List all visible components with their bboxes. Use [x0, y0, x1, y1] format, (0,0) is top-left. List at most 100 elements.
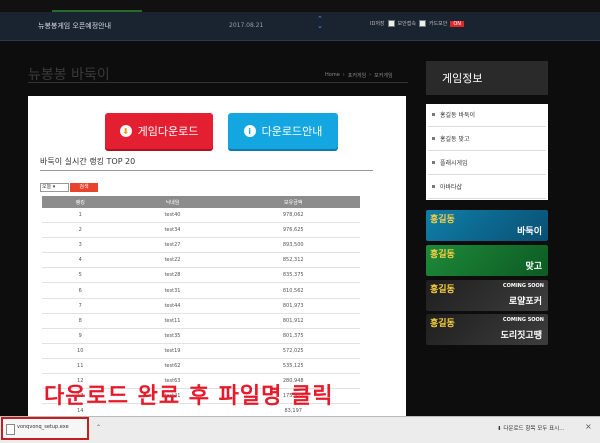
amount-cell: 572,025	[226, 344, 360, 359]
breadcrumb-home[interactable]: Home	[325, 72, 340, 79]
breadcrumb-category[interactable]: 포커게임	[348, 72, 366, 79]
table-row: 3 test27 893,500	[42, 238, 360, 254]
table-row: 9 test35 801,375	[42, 329, 360, 344]
rank-cell: 5	[42, 268, 119, 284]
card-secure-label: 카드보안	[428, 21, 448, 27]
breadcrumb-current: 포커게임	[374, 73, 393, 79]
rank-cell: 9	[42, 329, 119, 344]
coming-soon-badge: COMING SOON	[502, 317, 544, 323]
nickname-cell: test22	[118, 253, 227, 269]
nickname-cell: test31	[118, 283, 227, 299]
col-nickname-header: 닉네임	[118, 196, 227, 208]
banner-label: 도리짓고땡	[500, 331, 542, 341]
nickname-cell: test34	[118, 223, 227, 239]
id-save-checkbox[interactable]	[387, 20, 395, 27]
download-options-icon[interactable]: ⌃	[96, 424, 101, 431]
ranking-title: 바둑이 실시간 랭킹 TOP 20	[40, 157, 136, 166]
login-options: ID저장 보안접속 카드보안 ON	[370, 20, 465, 27]
rank-cell: 6	[42, 283, 119, 299]
id-save-label: ID저장	[370, 21, 385, 27]
download-guide-button[interactable]: i 다운로드안내	[228, 113, 338, 149]
show-all-downloads-link[interactable]: ⬇ 다운로드 항목 모두 표시...	[497, 424, 564, 432]
banner-logo: 홍길동	[430, 319, 455, 329]
nickname-cell: test44	[118, 299, 227, 314]
banner-baduki[interactable]: 홍길동 바둑이	[426, 210, 548, 241]
sidebar-item-matgo[interactable]: 홍길동 맞고	[428, 128, 546, 151]
banner-art	[52, 0, 142, 12]
table-row: 8 test11 801,912	[42, 314, 360, 329]
banner-logo: 홍길동	[430, 285, 455, 295]
notice-date: 2017.08.21	[229, 22, 264, 29]
download-icon: ⬇	[119, 125, 132, 137]
game-download-button[interactable]: ⬇ 게임다운로드	[105, 113, 213, 149]
on-toggle[interactable]: ON	[450, 20, 465, 27]
breadcrumb: Home › 포커게임 › 포커게임	[325, 72, 393, 79]
amount-cell: 852,312	[226, 253, 360, 269]
nickname-cell: test62	[118, 359, 227, 375]
banner-royal-poker[interactable]: COMING SOON 홍길동 로얄포커	[426, 280, 548, 311]
amount-cell: 801,375	[226, 329, 360, 344]
period-select[interactable]: 오늘 ▾	[40, 183, 69, 192]
table-row: 7 test44 801,973	[42, 299, 360, 314]
amount-cell: 835,375	[226, 268, 360, 284]
download-guide-label: 다운로드안내	[261, 125, 323, 138]
notice-scroll-icon[interactable]: ⌃ ⌄	[317, 16, 323, 30]
table-row: 4 test22 852,312	[42, 253, 360, 269]
amount-cell: 801,973	[226, 299, 360, 314]
banner-label: 로얄포커	[508, 297, 542, 307]
rank-cell: 7	[42, 299, 119, 314]
banner-logo: 홍길동	[430, 215, 455, 225]
col-rank-header: 랭킹	[42, 196, 119, 208]
game-download-label: 게임다운로드	[137, 125, 199, 138]
amount-cell: 976,625	[226, 223, 360, 239]
amount-cell: 801,912	[226, 314, 360, 329]
file-icon	[6, 424, 15, 435]
banner-dorijitgo[interactable]: COMING SOON 홍길동 도리짓고땡	[426, 314, 548, 345]
notice-title[interactable]: 뉴봉봉게임 오픈예정안내	[38, 21, 111, 31]
table-row: 2 test34 976,625	[42, 223, 360, 239]
amount-cell: 978,062	[226, 208, 360, 224]
rank-cell: 11	[42, 359, 119, 375]
table-row: 10 test19 572,025	[42, 344, 360, 359]
banner-label: 맞고	[525, 262, 542, 272]
amount-cell: 810,562	[226, 283, 360, 299]
table-row: 11 test62 535,125	[42, 359, 360, 375]
ranking-divider	[40, 170, 373, 171]
table-row: 1 test40 978,062	[42, 208, 360, 224]
secure-login-label: 보안접속	[397, 21, 416, 27]
rank-cell: 2	[42, 223, 119, 239]
sidebar-item-flash-game[interactable]: 플래시게임	[428, 152, 546, 175]
rank-cell: 4	[42, 253, 119, 269]
nickname-cell: test11	[118, 314, 227, 329]
rank-cell: 1	[42, 208, 119, 224]
table-row: 5 test28 835,375	[42, 268, 360, 284]
instruction-caption: 다운로드 완료 후 파일명 클릭	[44, 384, 334, 409]
nickname-cell: test19	[118, 344, 227, 359]
col-amount-header: 보유금액	[226, 196, 360, 208]
amount-cell: 893,500	[226, 238, 360, 254]
banner-logo: 홍길동	[430, 250, 455, 260]
sidebar-item-avatar-shop[interactable]: 아바타샵	[428, 176, 546, 199]
sidebar-item-baduki[interactable]: 홍길동 바둑이	[428, 104, 546, 127]
coming-soon-badge: COMING SOON	[502, 283, 544, 289]
close-icon[interactable]: ×	[585, 422, 592, 431]
rank-cell: 8	[42, 314, 119, 329]
sidebar-menu: 홍길동 바둑이 홍길동 맞고 플래시게임 아바타샵	[426, 104, 548, 200]
search-button[interactable]: 검색	[70, 183, 98, 192]
nickname-cell: test27	[118, 238, 227, 254]
banner-matgo[interactable]: 홍길동 맞고	[426, 245, 548, 276]
sidebar-title: 게임정보	[442, 72, 483, 85]
page-title: 뉴봉봉 바둑이	[28, 67, 110, 83]
title-divider	[28, 82, 408, 83]
table-row: 6 test31 810,562	[42, 283, 360, 299]
card-secure-checkbox[interactable]	[418, 20, 426, 27]
nickname-cell: test28	[118, 268, 227, 284]
info-icon: i	[243, 125, 256, 137]
download-filename[interactable]: vonqvonq_setup.exe	[17, 424, 69, 430]
nickname-cell: test35	[118, 329, 227, 344]
banner-label: 바둑이	[517, 227, 542, 237]
rank-cell: 10	[42, 344, 119, 359]
table-header-row: 랭킹 닉네임 보유금액	[42, 196, 360, 208]
amount-cell: 535,125	[226, 359, 360, 375]
nickname-cell: test40	[118, 208, 227, 224]
